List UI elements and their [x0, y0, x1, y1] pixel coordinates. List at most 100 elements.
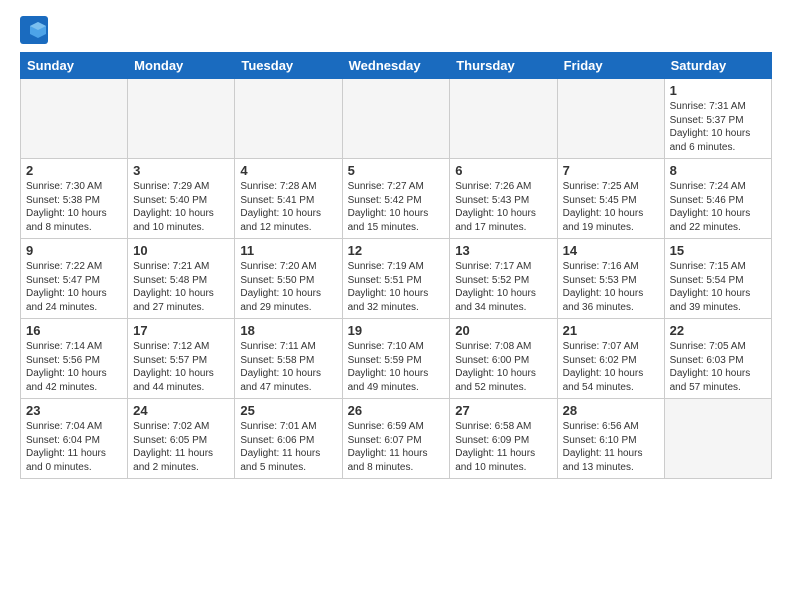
day-number: 16 — [26, 323, 122, 338]
calendar-cell: 7 Sunrise: 7:25 AM Sunset: 5:45 PM Daylig… — [557, 159, 664, 239]
day-number: 12 — [348, 243, 445, 258]
day-info: Sunrise: 7:07 AM Sunset: 6:02 PM Dayligh… — [563, 340, 659, 394]
day-info: Sunrise: 7:08 AM Sunset: 6:00 PM Dayligh… — [455, 340, 551, 394]
calendar-cell: 25 Sunrise: 7:01 AM Sunset: 6:06 PM Dayli… — [235, 399, 342, 479]
calendar-cell: 18 Sunrise: 7:11 AM Sunset: 5:58 PM Dayli… — [235, 319, 342, 399]
day-info: Sunrise: 6:58 AM Sunset: 6:09 PM Dayligh… — [455, 420, 551, 474]
day-number: 10 — [133, 243, 229, 258]
day-info: Sunrise: 7:22 AM Sunset: 5:47 PM Dayligh… — [26, 260, 122, 314]
calendar: SundayMondayTuesdayWednesdayThursdayFrid… — [20, 52, 772, 479]
day-number: 8 — [670, 163, 766, 178]
day-info: Sunrise: 7:21 AM Sunset: 5:48 PM Dayligh… — [133, 260, 229, 314]
day-info: Sunrise: 6:59 AM Sunset: 6:07 PM Dayligh… — [348, 420, 445, 474]
weekday-header-friday: Friday — [557, 53, 664, 79]
day-info: Sunrise: 6:56 AM Sunset: 6:10 PM Dayligh… — [563, 420, 659, 474]
day-number: 14 — [563, 243, 659, 258]
day-number: 3 — [133, 163, 229, 178]
calendar-cell: 5 Sunrise: 7:27 AM Sunset: 5:42 PM Daylig… — [342, 159, 450, 239]
calendar-cell: 8 Sunrise: 7:24 AM Sunset: 5:46 PM Daylig… — [664, 159, 771, 239]
calendar-cell: 23 Sunrise: 7:04 AM Sunset: 6:04 PM Dayli… — [21, 399, 128, 479]
weekday-header-wednesday: Wednesday — [342, 53, 450, 79]
calendar-cell: 1 Sunrise: 7:31 AM Sunset: 5:37 PM Daylig… — [664, 79, 771, 159]
day-number: 28 — [563, 403, 659, 418]
day-info: Sunrise: 7:28 AM Sunset: 5:41 PM Dayligh… — [240, 180, 336, 234]
calendar-cell — [557, 79, 664, 159]
weekday-header-tuesday: Tuesday — [235, 53, 342, 79]
calendar-cell — [21, 79, 128, 159]
weekday-header-thursday: Thursday — [450, 53, 557, 79]
calendar-cell: 27 Sunrise: 6:58 AM Sunset: 6:09 PM Dayli… — [450, 399, 557, 479]
calendar-cell: 15Sunrise: 7:15 AM Sunset: 5:54 PM Dayli… — [664, 239, 771, 319]
day-number: 7 — [563, 163, 659, 178]
day-number: 21 — [563, 323, 659, 338]
calendar-cell: 14 Sunrise: 7:16 AM Sunset: 5:53 PM Dayli… — [557, 239, 664, 319]
calendar-cell — [450, 79, 557, 159]
day-number: 5 — [348, 163, 445, 178]
calendar-cell: 22 Sunrise: 7:05 AM Sunset: 6:03 PM Dayli… — [664, 319, 771, 399]
day-info: Sunrise: 7:14 AM Sunset: 5:56 PM Dayligh… — [26, 340, 122, 394]
day-info: Sunrise: 7:04 AM Sunset: 6:04 PM Dayligh… — [26, 420, 122, 474]
day-info: Sunrise: 7:25 AM Sunset: 5:45 PM Dayligh… — [563, 180, 659, 234]
day-number: 27 — [455, 403, 551, 418]
day-number: 1 — [670, 83, 766, 98]
day-info: Sunrise: 7:17 AM Sunset: 5:52 PM Dayligh… — [455, 260, 551, 314]
calendar-cell: 26 Sunrise: 6:59 AM Sunset: 6:07 PM Dayli… — [342, 399, 450, 479]
calendar-cell: 6 Sunrise: 7:26 AM Sunset: 5:43 PM Daylig… — [450, 159, 557, 239]
day-info: Sunrise: 7:27 AM Sunset: 5:42 PM Dayligh… — [348, 180, 445, 234]
day-number: 23 — [26, 403, 122, 418]
calendar-cell: 28 Sunrise: 6:56 AM Sunset: 6:10 PM Dayli… — [557, 399, 664, 479]
calendar-cell: 17 Sunrise: 7:12 AM Sunset: 5:57 PM Dayli… — [128, 319, 235, 399]
day-info: Sunrise: 7:24 AM Sunset: 5:46 PM Dayligh… — [670, 180, 766, 234]
calendar-cell: 3 Sunrise: 7:29 AM Sunset: 5:40 PM Daylig… — [128, 159, 235, 239]
day-info: Sunrise: 7:31 AM Sunset: 5:37 PM Dayligh… — [670, 100, 766, 154]
calendar-cell: 11 Sunrise: 7:20 AM Sunset: 5:50 PM Dayli… — [235, 239, 342, 319]
day-number: 17 — [133, 323, 229, 338]
weekday-header-sunday: Sunday — [21, 53, 128, 79]
day-number: 9 — [26, 243, 122, 258]
weekday-header-monday: Monday — [128, 53, 235, 79]
calendar-cell — [128, 79, 235, 159]
day-number: 22 — [670, 323, 766, 338]
day-number: 19 — [348, 323, 445, 338]
calendar-cell: 13 Sunrise: 7:17 AM Sunset: 5:52 PM Dayli… — [450, 239, 557, 319]
day-info: Sunrise: 7:16 AM Sunset: 5:53 PM Dayligh… — [563, 260, 659, 314]
day-info: Sunrise: 7:01 AM Sunset: 6:06 PM Dayligh… — [240, 420, 336, 474]
day-number: 2 — [26, 163, 122, 178]
logo — [20, 16, 52, 44]
day-info: Sunrise: 7:19 AM Sunset: 5:51 PM Dayligh… — [348, 260, 445, 314]
day-info: Sunrise: 7:02 AM Sunset: 6:05 PM Dayligh… — [133, 420, 229, 474]
day-number: 26 — [348, 403, 445, 418]
calendar-cell: 4 Sunrise: 7:28 AM Sunset: 5:41 PM Daylig… — [235, 159, 342, 239]
calendar-cell: 9 Sunrise: 7:22 AM Sunset: 5:47 PM Daylig… — [21, 239, 128, 319]
day-info: Sunrise: 7:05 AM Sunset: 6:03 PM Dayligh… — [670, 340, 766, 394]
day-info: Sunrise: 7:29 AM Sunset: 5:40 PM Dayligh… — [133, 180, 229, 234]
day-info: Sunrise: 7:10 AM Sunset: 5:59 PM Dayligh… — [348, 340, 445, 394]
day-info: Sunrise: 7:11 AM Sunset: 5:58 PM Dayligh… — [240, 340, 336, 394]
day-number: 13 — [455, 243, 551, 258]
calendar-cell: 24 Sunrise: 7:02 AM Sunset: 6:05 PM Dayli… — [128, 399, 235, 479]
calendar-cell: 10 Sunrise: 7:21 AM Sunset: 5:48 PM Dayli… — [128, 239, 235, 319]
calendar-cell — [235, 79, 342, 159]
calendar-cell — [664, 399, 771, 479]
calendar-cell: 19 Sunrise: 7:10 AM Sunset: 5:59 PM Dayli… — [342, 319, 450, 399]
logo-icon — [20, 16, 48, 44]
day-info: Sunrise: 7:12 AM Sunset: 5:57 PM Dayligh… — [133, 340, 229, 394]
day-number: 24 — [133, 403, 229, 418]
day-number: 25 — [240, 403, 336, 418]
day-number: 15 — [670, 243, 766, 258]
day-number: 20 — [455, 323, 551, 338]
day-number: 4 — [240, 163, 336, 178]
calendar-cell: 21 Sunrise: 7:07 AM Sunset: 6:02 PM Dayli… — [557, 319, 664, 399]
calendar-cell: 16 Sunrise: 7:14 AM Sunset: 5:56 PM Dayli… — [21, 319, 128, 399]
day-info: Sunrise: 7:20 AM Sunset: 5:50 PM Dayligh… — [240, 260, 336, 314]
calendar-cell: 12 Sunrise: 7:19 AM Sunset: 5:51 PM Dayli… — [342, 239, 450, 319]
weekday-header-saturday: Saturday — [664, 53, 771, 79]
calendar-cell: 20 Sunrise: 7:08 AM Sunset: 6:00 PM Dayli… — [450, 319, 557, 399]
calendar-cell — [342, 79, 450, 159]
day-number: 18 — [240, 323, 336, 338]
day-number: 11 — [240, 243, 336, 258]
day-number: 6 — [455, 163, 551, 178]
day-info: Sunrise: 7:26 AM Sunset: 5:43 PM Dayligh… — [455, 180, 551, 234]
day-info: Sunrise: 7:30 AM Sunset: 5:38 PM Dayligh… — [26, 180, 122, 234]
calendar-cell: 2 Sunrise: 7:30 AM Sunset: 5:38 PM Daylig… — [21, 159, 128, 239]
